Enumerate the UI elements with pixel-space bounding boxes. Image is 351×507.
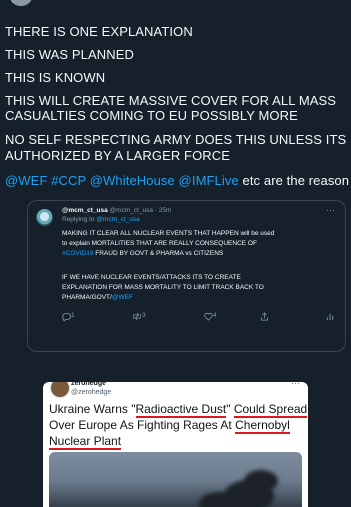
headline-underlined: Chernobyl — [235, 418, 290, 434]
quoted-avatar[interactable] — [36, 209, 53, 226]
replying-label: Replying to — [62, 216, 97, 223]
card-author-name: zerohedge — [71, 382, 107, 387]
quoted-text: FRAUD BY GOVT & PHARMA vs CITIZENS — [93, 250, 224, 257]
headline-underlined: Could Spread — [233, 402, 308, 418]
quoted-text-line: IF WE HAVE NUCLEAR EVENTS/ATTACKS ITS TO… — [62, 274, 241, 281]
quoted-text-line: PHARMA/GOVT/@WEF — [62, 293, 133, 303]
attached-image[interactable]: zerohedge @zerohedge ··· Ukraine Warns "… — [43, 382, 308, 507]
reply-icon — [62, 312, 72, 322]
share-button[interactable] — [260, 312, 269, 323]
quoted-text-line: EXPLANATION FOR MASS MORTALITY TO LIMIT … — [62, 284, 264, 291]
card-more-icon: ··· — [291, 382, 300, 388]
share-icon — [260, 312, 269, 321]
heart-icon — [204, 312, 213, 321]
headline-underlined: Nuclear Plant — [49, 434, 122, 450]
tweet-line-mentions: @WEF #CCP @WhiteHouse @IMFLive etc are t… — [5, 172, 349, 189]
tweet-line: THERE IS ONE EXPLANATION — [5, 24, 193, 39]
quoted-text-line: to explain MORTALITIES THAT ARE REALLY C… — [62, 240, 257, 247]
headline-text: Over Europe As Fighting Rages At — [49, 418, 236, 432]
quoted-author-name[interactable]: @mcm_ct_usa — [62, 207, 108, 214]
quoted-meta: @mcm_ct_usa · 25m — [107, 207, 172, 214]
retweet-button[interactable]: 3 — [132, 312, 146, 322]
reply-button[interactable]: 1 — [62, 312, 75, 322]
headline-text: Ukraine Warns " — [49, 402, 136, 416]
smoke-photo — [49, 452, 302, 507]
analytics-button[interactable] — [326, 312, 334, 323]
smoke-plume — [244, 470, 278, 492]
tweet-line-text: etc are the reason — [238, 173, 350, 188]
reply-count: 1 — [71, 312, 75, 319]
quoted-text: PHARMA/GOVT/ — [62, 294, 112, 301]
like-button[interactable]: 4 — [204, 312, 217, 322]
quoted-text-line: #COVID19 FRAUD BY GOVT & PHARMA vs CITIZ… — [62, 249, 223, 259]
card-headline-line: Ukraine Warns "Radioactive Dust" Could S… — [49, 402, 308, 418]
replying-to: Replying to @mcm_ct_usa — [62, 216, 140, 223]
mention-links[interactable]: @WEF #CCP @WhiteHouse @IMFLive — [5, 173, 239, 188]
hashtag-link[interactable]: #COVID19 — [62, 250, 93, 257]
tweet-line: NO SELF RESPECTING ARMY DOES THIS UNLESS… — [5, 132, 347, 147]
headline-text: " — [226, 402, 234, 416]
mention-link[interactable]: @WEF — [112, 294, 133, 301]
tweet-line: THIS IS KNOWN — [5, 70, 106, 85]
tweet-actions: 1 3 4 — [62, 312, 334, 324]
more-options-icon[interactable]: ··· — [326, 205, 335, 215]
author-avatar[interactable] — [10, 0, 32, 6]
tweet-line: CASUALTIES COMING TO EU POSSIBLY MORE — [5, 108, 298, 123]
headline-underlined: Radioactive Dust — [135, 402, 227, 418]
replying-handle[interactable]: @mcm_ct_usa — [96, 216, 139, 223]
quoted-tweet[interactable]: @mcm_ct_usa @mcm_ct_usa · 25m ··· Replyi… — [27, 200, 346, 352]
tweet-line: AUTHORIZED BY A LARGER FORCE — [5, 148, 231, 163]
card-headline-line: Nuclear Plant — [49, 434, 122, 450]
like-count: 4 — [213, 312, 217, 319]
quoted-text-line: MAKING IT CLEAR ALL NUCLEAR EVENTS THAT … — [62, 230, 275, 237]
retweet-count: 3 — [142, 312, 146, 319]
quoted-header: @mcm_ct_usa @mcm_ct_usa · 25m — [62, 207, 171, 214]
retweet-icon — [133, 312, 141, 321]
card-author-handle: @zerohedge — [71, 389, 112, 396]
tweet-line: THIS WAS PLANNED — [5, 47, 134, 62]
card-avatar — [50, 382, 70, 398]
analytics-icon — [326, 313, 334, 321]
card-headline-line: Over Europe As Fighting Rages At Chernob… — [49, 418, 290, 434]
